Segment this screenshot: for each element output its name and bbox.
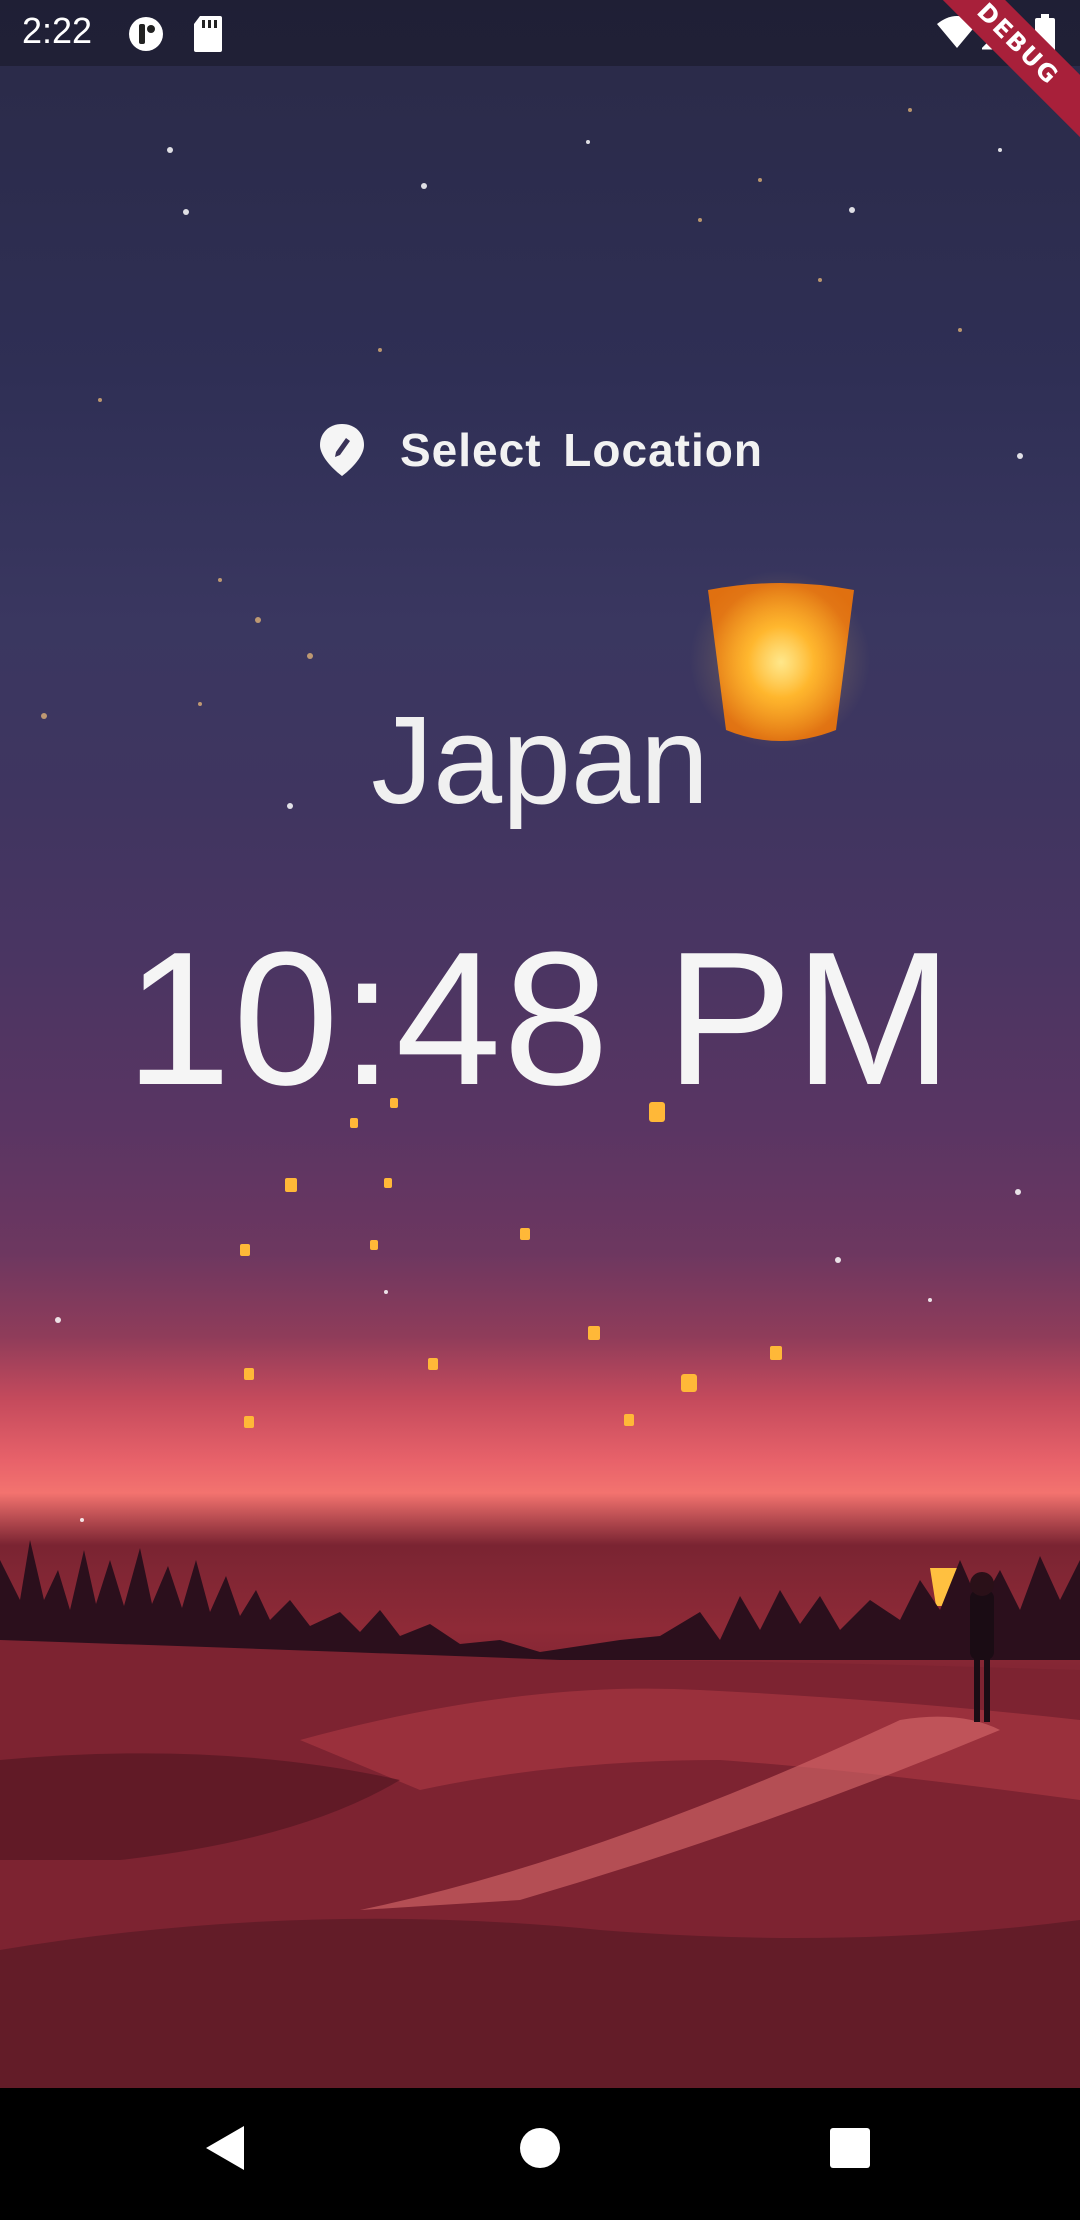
navigation-bar — [0, 2088, 1080, 2220]
sd-card-icon — [192, 14, 224, 59]
status-time: 2:22 — [22, 10, 93, 51]
status-bar: 2:22 — [0, 0, 1080, 66]
select-location-label: Select Location — [400, 424, 763, 476]
back-icon[interactable] — [204, 2124, 246, 2177]
location-pin-icon — [318, 422, 366, 478]
location-name: Japan — [371, 692, 709, 830]
recents-icon[interactable] — [828, 2124, 872, 2177]
home-icon[interactable] — [518, 2124, 562, 2177]
screen: 2:22 DEBUG Select Location Japan 10:48 P… — [0, 0, 1080, 2220]
time-display: 10:48 PM — [125, 913, 955, 1125]
notification-app-icon — [126, 14, 166, 59]
select-location-button[interactable]: Select Location — [318, 418, 763, 482]
